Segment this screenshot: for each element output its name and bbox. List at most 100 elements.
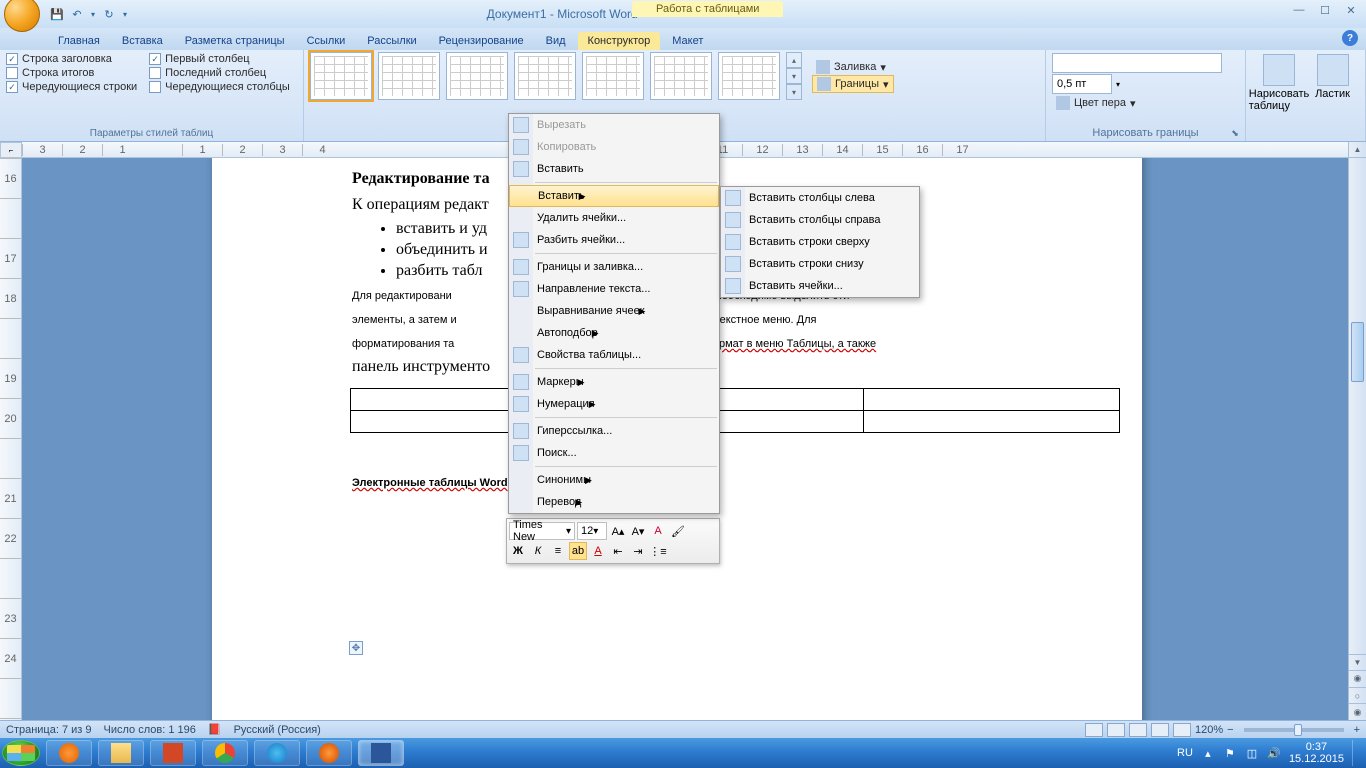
zoom-value[interactable]: 120% bbox=[1195, 724, 1223, 736]
shading-button[interactable]: Заливка ▾ bbox=[812, 59, 894, 75]
table-style-thumb[interactable] bbox=[650, 52, 712, 100]
undo-icon[interactable]: ↶ bbox=[68, 5, 86, 23]
tab-references[interactable]: Ссылки bbox=[297, 32, 356, 50]
tab-insert[interactable]: Вставка bbox=[112, 32, 173, 50]
status-page[interactable]: Страница: 7 из 9 bbox=[6, 724, 92, 736]
table-style-thumb[interactable] bbox=[514, 52, 576, 100]
view-outline-icon[interactable] bbox=[1151, 723, 1169, 737]
submenu-rows-below[interactable]: Вставить строки снизу bbox=[721, 253, 919, 275]
gallery-up-icon[interactable]: ▴ bbox=[786, 52, 802, 68]
scroll-thumb[interactable] bbox=[1351, 322, 1364, 382]
proofing-icon[interactable]: 📕 bbox=[208, 723, 222, 736]
menu-copy[interactable]: Копировать bbox=[509, 136, 719, 158]
view-draft-icon[interactable] bbox=[1173, 723, 1191, 737]
menu-split-cells[interactable]: Разбить ячейки... bbox=[509, 229, 719, 251]
menu-synonyms[interactable]: Синонимы▶ bbox=[509, 469, 719, 491]
tab-view[interactable]: Вид bbox=[536, 32, 576, 50]
maximize-button[interactable]: ☐ bbox=[1312, 2, 1338, 18]
italic-button[interactable]: К bbox=[529, 542, 547, 560]
vertical-ruler[interactable]: 161718192021222324252627 bbox=[0, 158, 22, 720]
table-style-thumb[interactable] bbox=[446, 52, 508, 100]
bullets-icon[interactable]: ⋮≡ bbox=[649, 542, 667, 560]
submenu-rows-above[interactable]: Вставить строки сверху bbox=[721, 231, 919, 253]
checkbox-header-row[interactable]: ✓Строка заголовка bbox=[6, 53, 137, 65]
help-icon[interactable]: ? bbox=[1342, 30, 1358, 46]
browse-object-icon[interactable]: ○ bbox=[1349, 687, 1366, 704]
table-style-thumb[interactable] bbox=[718, 52, 780, 100]
menu-cell-alignment[interactable]: Выравнивание ячеек▶ bbox=[509, 300, 719, 322]
status-language[interactable]: Русский (Россия) bbox=[234, 724, 321, 736]
tab-design[interactable]: Конструктор bbox=[578, 32, 661, 50]
mini-font-select[interactable]: Times New ▾ bbox=[509, 522, 575, 540]
tray-language[interactable]: RU bbox=[1177, 747, 1193, 759]
tray-network-icon[interactable]: ◫ bbox=[1245, 746, 1259, 760]
save-icon[interactable]: 💾 bbox=[48, 5, 66, 23]
menu-hyperlink[interactable]: Гиперссылка... bbox=[509, 420, 719, 442]
view-full-screen-icon[interactable] bbox=[1107, 723, 1125, 737]
view-print-layout-icon[interactable] bbox=[1085, 723, 1103, 737]
menu-table-properties[interactable]: Свойства таблицы... bbox=[509, 344, 719, 366]
menu-insert[interactable]: Вставить▶ bbox=[509, 185, 719, 207]
mini-size-select[interactable]: 12 ▾ bbox=[577, 522, 607, 540]
minimize-button[interactable]: — bbox=[1286, 2, 1312, 18]
decrease-indent-icon[interactable]: ⇤ bbox=[609, 542, 627, 560]
dialog-launcher-icon[interactable]: ⬊ bbox=[1229, 128, 1241, 140]
menu-text-direction[interactable]: Направление текста... bbox=[509, 278, 719, 300]
bold-button[interactable]: Ж bbox=[509, 542, 527, 560]
checkbox-first-col[interactable]: ✓Первый столбец bbox=[149, 53, 290, 65]
prev-page-icon[interactable]: ◉ bbox=[1349, 670, 1366, 687]
tab-home[interactable]: Главная bbox=[48, 32, 110, 50]
submenu-cols-right[interactable]: Вставить столбцы справа bbox=[721, 209, 919, 231]
zoom-slider[interactable] bbox=[1244, 728, 1344, 732]
menu-borders-shading[interactable]: Границы и заливка... bbox=[509, 256, 719, 278]
next-page-icon[interactable]: ◉ bbox=[1349, 703, 1366, 720]
taskbar-firefox[interactable] bbox=[306, 740, 352, 766]
table-style-thumb[interactable] bbox=[310, 52, 372, 100]
checkbox-banded-rows[interactable]: ✓Чередующиеся строки bbox=[6, 81, 137, 93]
show-desktop-button[interactable] bbox=[1352, 740, 1362, 766]
menu-paste[interactable]: Вставить bbox=[509, 158, 719, 180]
scroll-up-icon[interactable]: ▲ bbox=[1349, 142, 1366, 158]
ruler-corner[interactable]: ⌐ bbox=[0, 142, 22, 158]
redo-icon[interactable]: ↻ bbox=[100, 5, 118, 23]
center-align-icon[interactable]: ≡ bbox=[549, 542, 567, 560]
styles-icon[interactable]: A bbox=[649, 522, 667, 540]
taskbar-ie[interactable] bbox=[254, 740, 300, 766]
menu-numbering[interactable]: Нумерация▶ bbox=[509, 393, 719, 415]
close-button[interactable]: ✕ bbox=[1338, 2, 1364, 18]
status-words[interactable]: Число слов: 1 196 bbox=[104, 724, 196, 736]
tab-review[interactable]: Рецензирование bbox=[429, 32, 534, 50]
checkbox-last-col[interactable]: Последний столбец bbox=[149, 67, 290, 79]
zoom-thumb[interactable] bbox=[1294, 724, 1302, 736]
zoom-out-icon[interactable]: − bbox=[1227, 724, 1233, 736]
qat-customize-icon[interactable]: ▾ bbox=[120, 5, 130, 23]
checkbox-banded-cols[interactable]: Чередующиеся столбцы bbox=[149, 81, 290, 93]
shrink-font-icon[interactable]: A▾ bbox=[629, 522, 647, 540]
table-move-handle-icon[interactable]: ✥ bbox=[349, 641, 363, 655]
line-style-select[interactable] bbox=[1052, 53, 1222, 73]
menu-cut[interactable]: Вырезать bbox=[509, 114, 719, 136]
document-table[interactable] bbox=[350, 388, 1120, 433]
taskbar-explorer[interactable] bbox=[98, 740, 144, 766]
vertical-scrollbar[interactable]: ▲ ▼ ◉ ○ ◉ bbox=[1348, 142, 1366, 720]
submenu-cells[interactable]: Вставить ячейки... bbox=[721, 275, 919, 297]
tray-show-hidden-icon[interactable]: ▴ bbox=[1201, 746, 1215, 760]
submenu-cols-left[interactable]: Вставить столбцы слева bbox=[721, 187, 919, 209]
tray-volume-icon[interactable]: 🔊 bbox=[1267, 746, 1281, 760]
checkbox-total-row[interactable]: Строка итогов bbox=[6, 67, 137, 79]
line-weight-select[interactable]: 0,5 пт bbox=[1052, 74, 1112, 94]
menu-bullets[interactable]: Маркеры▶ bbox=[509, 371, 719, 393]
view-web-layout-icon[interactable] bbox=[1129, 723, 1147, 737]
tab-page-layout[interactable]: Разметка страницы bbox=[175, 32, 295, 50]
format-painter-icon[interactable]: 🖌 bbox=[669, 522, 687, 540]
tray-clock[interactable]: 0:37 15.12.2015 bbox=[1289, 741, 1344, 765]
highlight-icon[interactable]: ab bbox=[569, 542, 587, 560]
menu-delete-cells[interactable]: Удалить ячейки... bbox=[509, 207, 719, 229]
table-style-thumb[interactable] bbox=[378, 52, 440, 100]
pen-color-button[interactable]: Цвет пера ▾ bbox=[1052, 95, 1239, 111]
menu-translate[interactable]: Перевод▶ bbox=[509, 491, 719, 513]
tab-mailings[interactable]: Рассылки bbox=[357, 32, 426, 50]
menu-lookup[interactable]: Поиск... bbox=[509, 442, 719, 464]
draw-table-button[interactable]: Нарисовать таблицу bbox=[1252, 52, 1306, 114]
increase-indent-icon[interactable]: ⇥ bbox=[629, 542, 647, 560]
